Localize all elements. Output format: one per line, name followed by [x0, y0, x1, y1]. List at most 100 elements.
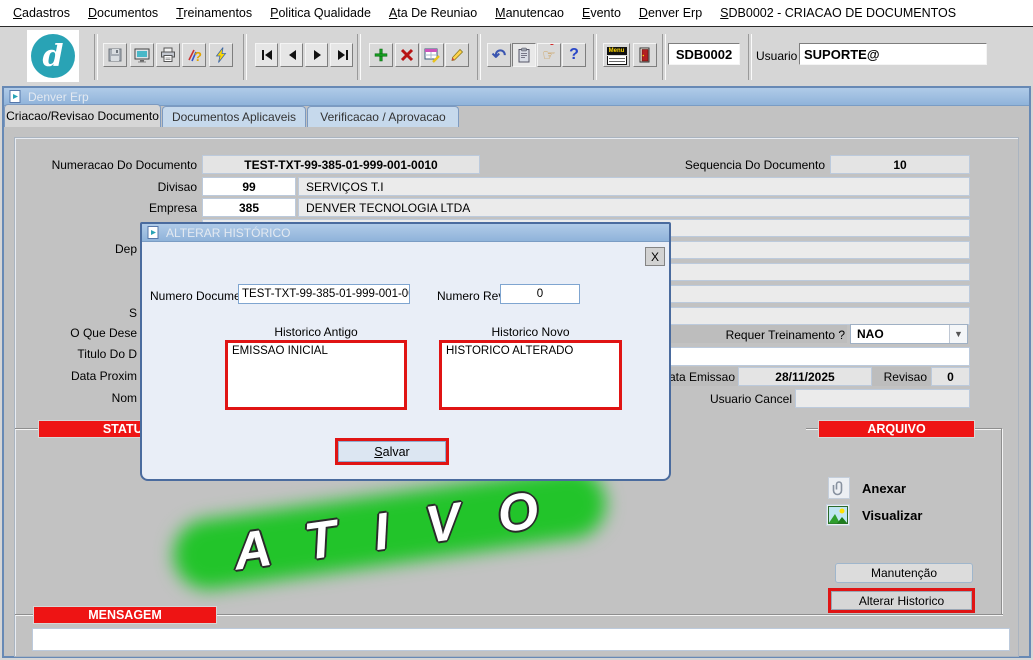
screen-button[interactable] — [130, 43, 154, 67]
sequencia-label: Sequencia Do Documento — [660, 158, 825, 172]
dialog-titlebar[interactable]: ALTERAR HISTÓRICO — [142, 224, 669, 242]
nav-last-button[interactable] — [330, 43, 353, 67]
empresa-code-field[interactable]: 385 — [202, 198, 296, 217]
grid-pencil-icon — [424, 47, 440, 63]
save-icon — [107, 47, 123, 63]
nav-first-button[interactable] — [255, 43, 278, 67]
menu-manutencao[interactable]: Manutencao — [486, 6, 573, 20]
menu-treinamentos[interactable]: Treinamentos — [167, 6, 261, 20]
revisao-label: Revisao — [877, 370, 927, 384]
nav-next-button[interactable] — [305, 43, 328, 67]
departamento-label: Dep — [37, 242, 137, 256]
print-icon — [160, 47, 176, 63]
dialog-title: ALTERAR HISTÓRICO — [166, 226, 290, 240]
menu-evento[interactable]: Evento — [573, 6, 630, 20]
confirm-button[interactable]: ☞8 — [537, 43, 561, 67]
historico-novo-label: Historico Novo — [439, 325, 622, 339]
salvar-button[interactable]: Salvar — [338, 441, 446, 462]
visualizar-label[interactable]: Visualizar — [862, 508, 922, 523]
visualize-button[interactable] — [826, 504, 850, 526]
clipboard-icon — [516, 47, 532, 63]
divisao-code-field[interactable]: 99 — [202, 177, 296, 196]
save-button[interactable] — [103, 43, 127, 67]
nav-prev-button[interactable] — [280, 43, 303, 67]
mensagem-field[interactable] — [32, 628, 1010, 651]
salvar-highlight: Salvar — [335, 438, 449, 465]
usuario-field[interactable]: SUPORTE@ — [799, 43, 987, 65]
manutencao-button[interactable]: Manutenção — [835, 563, 973, 583]
requer-treinamento-select[interactable]: NAO ▼ — [850, 324, 968, 344]
alterar-historico-dialog: ALTERAR HISTÓRICO X Numero Documento TES… — [140, 222, 671, 481]
tab-verificacao-aprovacao[interactable]: Verificacao / Aprovacao — [307, 106, 459, 127]
print-button[interactable] — [156, 43, 180, 67]
screen-icon — [134, 47, 150, 63]
numero-documento-input[interactable]: TEST-TXT-99-385-01-999-001-0010 — [238, 284, 410, 304]
toolbar-separator — [94, 34, 98, 80]
setor-label: S — [37, 306, 137, 320]
execute-button[interactable] — [209, 43, 233, 67]
data-emissao-label: Data Emissao — [660, 370, 735, 384]
chevron-down-icon[interactable]: ▼ — [949, 325, 967, 343]
requer-treinamento-label: Requer Treinamento ? — [700, 328, 845, 342]
delete-x-icon — [399, 47, 415, 63]
numero-revisao-input[interactable]: 0 — [500, 284, 580, 304]
titulo-documento-label: Titulo Do D — [37, 347, 137, 361]
program-code-field[interactable]: SDB0002 — [668, 43, 740, 65]
delete-button[interactable] — [395, 43, 419, 67]
tab-documentos-aplicaveis[interactable]: Documentos Aplicaveis — [162, 106, 306, 127]
groupbox-line — [15, 428, 38, 430]
historico-antigo-textarea[interactable]: EMISSAO INICIAL — [225, 340, 407, 410]
toolbar-separator — [662, 34, 666, 80]
toolbar-separator — [243, 34, 247, 80]
nav-first-icon — [260, 48, 274, 62]
edit-button[interactable] — [445, 43, 469, 67]
alterar-historico-highlight: Alterar Historico — [828, 588, 975, 613]
pencil-icon — [449, 47, 465, 63]
empresa-label: Empresa — [40, 201, 197, 215]
window-title: Denver Erp — [28, 90, 89, 104]
usuario-cancel-label: Usuario Cancel — [692, 392, 792, 406]
menu-politica-qualidade[interactable]: Politica Qualidade — [261, 6, 380, 20]
sequencia-field: 10 — [830, 155, 970, 174]
menu-denver-erp[interactable]: Denver Erp — [630, 6, 711, 20]
alterar-historico-button[interactable]: Alterar Historico — [831, 591, 972, 610]
logo-letter: d — [31, 34, 75, 78]
groupbox-line — [975, 428, 1002, 430]
numeracao-field: TEST-TXT-99-385-01-999-001-0010 — [202, 155, 480, 174]
undo-button[interactable]: ↶ — [487, 43, 511, 67]
edit-grid-button[interactable] — [420, 43, 444, 67]
menu-active-program[interactable]: SDB0002 - CRIACAO DE DOCUMENTOS — [711, 6, 965, 20]
menu-grid-icon: Menu — [607, 47, 627, 64]
denver-logo: d — [27, 30, 79, 82]
numeracao-label: Numeracao Do Documento — [40, 158, 197, 172]
historico-antigo-label: Historico Antigo — [225, 325, 407, 339]
toolbar-separator — [748, 34, 752, 80]
toolbar-separator — [477, 34, 481, 80]
add-button[interactable] — [369, 43, 393, 67]
data-emissao-field: 28/11/2025 — [738, 367, 872, 386]
menu-documentos[interactable]: Documentos — [79, 6, 167, 20]
menu-ata-de-reuniao[interactable]: Ata De Reuniao — [380, 6, 486, 20]
nav-last-icon — [335, 48, 349, 62]
arquivo-section-label: ARQUIVO — [818, 420, 975, 438]
search-button[interactable]: ? — [182, 43, 206, 67]
question-icon: ? — [569, 47, 579, 63]
divisao-label: Divisao — [40, 180, 197, 194]
paste-button[interactable] — [512, 43, 536, 67]
mensagem-section-label: MENSAGEM — [33, 606, 217, 624]
menu-cadastros[interactable]: Cadastros — [4, 6, 79, 20]
tab-criacao-revisao[interactable]: Criacao/Revisao Documento — [4, 104, 161, 127]
help-button[interactable]: ? — [562, 43, 586, 67]
attach-button[interactable] — [828, 477, 850, 499]
close-button[interactable]: X — [645, 247, 665, 266]
anexar-label[interactable]: Anexar — [862, 481, 906, 496]
nav-next-icon — [310, 48, 324, 62]
app-icon — [9, 90, 22, 103]
historico-novo-textarea[interactable]: HISTORICO ALTERADO — [439, 340, 622, 410]
groupbox-line — [806, 428, 818, 430]
menu-button[interactable]: Menu — [603, 43, 630, 67]
o-que-deseja-label: O Que Dese — [37, 326, 137, 340]
door-icon — [637, 47, 653, 63]
exit-button[interactable] — [633, 43, 657, 67]
svg-text:?: ? — [194, 49, 202, 63]
